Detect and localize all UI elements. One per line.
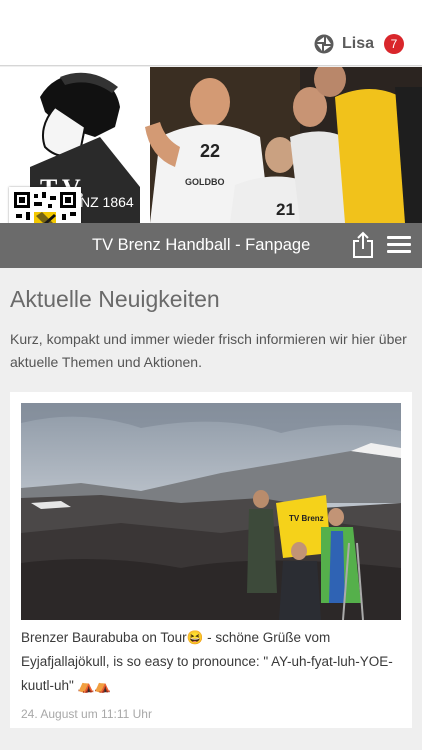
title-bar: TV Brenz Handball - Fanpage (0, 223, 422, 268)
section-title: Aktuelle Neuigkeiten (10, 286, 220, 312)
user-name[interactable]: Lisa (342, 35, 374, 53)
notification-badge[interactable]: 7 (384, 34, 404, 54)
logo-year: NZ 1864 (80, 194, 134, 210)
post-text: Brenzer Baurabuba on Tour😆 - schöne Grüß… (21, 630, 393, 693)
top-bar: Lisa 7 (0, 0, 422, 66)
page-title: TV Brenz Handball - Fanpage (92, 236, 311, 254)
jersey-sponsor: GOLDBO (185, 177, 225, 187)
news-post-card[interactable]: TV Brenz Brenzer Baurabuba on Tour😆 - sc… (10, 392, 412, 728)
jersey-number-1: 22 (200, 141, 220, 161)
hamburger-menu-icon[interactable] (387, 236, 411, 256)
shirt-text: TV Brenz (289, 514, 324, 523)
post-photo[interactable]: TV Brenz (21, 403, 401, 620)
logo-swirl-icon (314, 34, 334, 54)
section-description: Kurz, kompakt und immer wieder frisch in… (10, 331, 407, 370)
page-header: T.V. NZ 1864 22 GOLDBO 21 TV Brenz Handb… (0, 67, 422, 268)
share-icon[interactable] (350, 231, 376, 259)
post-date[interactable]: 24. August um 11:11 Uhr (21, 707, 152, 721)
jersey-number-2: 21 (276, 200, 295, 219)
user-menu[interactable]: Lisa 7 (314, 33, 404, 55)
